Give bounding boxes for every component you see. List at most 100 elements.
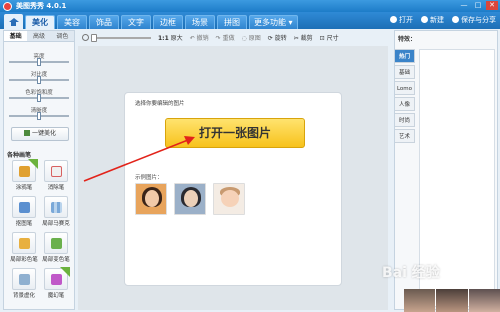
face-shape [221,190,239,207]
saturation-knob[interactable] [37,94,41,102]
tab-skin[interactable]: 美容 [57,15,87,29]
rotate-button[interactable]: ⟳ 旋转 [268,33,287,42]
maximize-button[interactable]: □ [472,1,484,10]
tab-art[interactable]: 艺术 [395,129,415,143]
blur-icon [12,268,36,290]
pen-label: 局部马赛克 [42,221,70,227]
effects-title: 特效： [398,36,417,43]
brightness-slider-group: 亮度 [7,53,71,66]
pen-label: 背景虚化 [12,293,35,299]
contrast-knob[interactable] [37,76,41,84]
tab-scene[interactable]: 场景 [185,15,215,29]
corner-photo [404,289,436,312]
tab-collage[interactable]: 拼图 [217,15,247,29]
tab-text[interactable]: 文字 [121,15,151,29]
zoom-icon [82,34,89,41]
tab-popular[interactable]: 热门 [395,49,415,63]
new-label: 新建 [430,16,444,24]
tab-basic[interactable]: 基础 [4,31,28,41]
title-bar: 美图秀秀 4.0.1 — □ ✕ [0,0,500,12]
corner-photo [436,289,468,312]
tab-lomo[interactable]: Lomo [395,81,415,95]
pen-label: 涂鸦笔 [15,185,33,191]
redo-button[interactable]: ↷ 重做 [216,33,235,42]
example-image-2[interactable] [174,183,206,215]
saturation-slider-group: 色彩饱和度 [7,89,71,102]
tab-color[interactable]: 调色 [51,31,74,41]
size-label: 尺寸 [326,35,339,42]
open-action[interactable]: 打开 [390,15,413,25]
pen-doodle[interactable]: 涂鸦笔 [8,159,40,193]
undo-label: 撤销 [196,35,209,42]
more-features-label: 更多功能 [254,18,286,27]
new-action[interactable]: 新建 [421,15,444,25]
nav-actions: 打开 新建 保存与分享 [390,15,496,25]
pen-mosaic[interactable]: 局部马赛克 [40,195,72,229]
app-logo-icon [3,1,12,11]
save-share-label: 保存与分享 [461,16,496,24]
close-button[interactable]: ✕ [486,1,498,10]
cutout-icon [12,196,36,218]
corner-photo [468,289,500,312]
contrast-slider-group: 对比度 [7,71,71,84]
effects-tabs: 热门 基础 Lomo 人像 时尚 艺术 [395,49,415,145]
example-images-label: 示例图片： [135,175,163,181]
canvas-area: 选择你要编辑的图片 打开一张图片 示例图片： [78,46,388,310]
minimize-button[interactable]: — [458,1,470,10]
example-images [135,183,245,215]
example-image-3[interactable] [213,183,245,215]
pen-magic[interactable]: 魔幻笔 [40,267,72,301]
tab-frame[interactable]: 边框 [153,15,183,29]
open-image-card: 选择你要编辑的图片 打开一张图片 示例图片： [124,92,342,286]
plus-icon [421,16,428,23]
zoom-slider[interactable] [91,33,151,42]
crop-label: 裁剪 [300,35,313,42]
brush-icon [12,232,36,254]
pen-local-color[interactable]: 局部彩色笔 [8,231,40,265]
original-label: 原图 [248,35,261,42]
size-button[interactable]: ⊡ 尺寸 [320,33,339,42]
brightness-knob[interactable] [37,58,41,66]
palette-icon [44,232,68,254]
zoom-actual-label: 1:1 [158,35,169,42]
pen-cutout[interactable]: 抠图笔 [8,195,40,229]
zoom-actual-button[interactable]: 1:1 原大 [158,33,183,42]
zoom-slider-knob[interactable] [91,33,97,42]
save-icon [452,16,459,23]
pen-label: 魔幻笔 [47,293,65,299]
open-image-button[interactable]: 打开一张图片 [165,118,305,148]
tab-more-features[interactable]: 更多功能 ▾ [249,15,298,29]
face-shape [184,190,198,207]
corner-photos [404,289,500,312]
open-label: 打开 [399,16,413,24]
auto-beautify-button[interactable]: 一键美化 [11,127,69,141]
main-nav: 美化 美容 饰品 文字 边框 场景 拼图 更多功能 ▾ 打开 新建 保存与分享 [0,12,500,29]
saturation-slider[interactable] [9,94,69,102]
tab-portrait[interactable]: 人像 [395,97,415,111]
contrast-slider[interactable] [9,76,69,84]
pen-blur-background[interactable]: 背景虚化 [8,267,40,301]
home-icon [8,17,19,26]
original-button[interactable]: ◌ 原图 [242,33,261,42]
sharpness-knob[interactable] [37,112,41,120]
pen-eraser[interactable]: 消除笔 [40,159,72,193]
home-tab[interactable] [4,14,23,29]
pen-color-change[interactable]: 局部变色笔 [40,231,72,265]
tab-accessories[interactable]: 饰品 [89,15,119,29]
tab-beautify[interactable]: 美化 [25,15,55,29]
save-share-action[interactable]: 保存与分享 [452,15,496,25]
mosaic-icon [44,196,68,218]
rotate-label: 旋转 [274,35,287,42]
tab-fashion[interactable]: 时尚 [395,113,415,127]
brightness-slider[interactable] [9,58,69,66]
magic-icon [23,130,30,136]
undo-button[interactable]: ↶ 撤销 [190,33,209,42]
tab-advanced[interactable]: 高级 [27,31,50,41]
zoom-fit-label: 原大 [170,35,183,42]
crop-button[interactable]: ✂ 裁剪 [294,33,313,42]
tab-basic-effects[interactable]: 基础 [395,65,415,79]
eraser-icon [44,160,68,182]
watermark: Bai 经验 [382,265,440,281]
example-image-1[interactable] [135,183,167,215]
sharpness-slider[interactable] [9,112,69,120]
